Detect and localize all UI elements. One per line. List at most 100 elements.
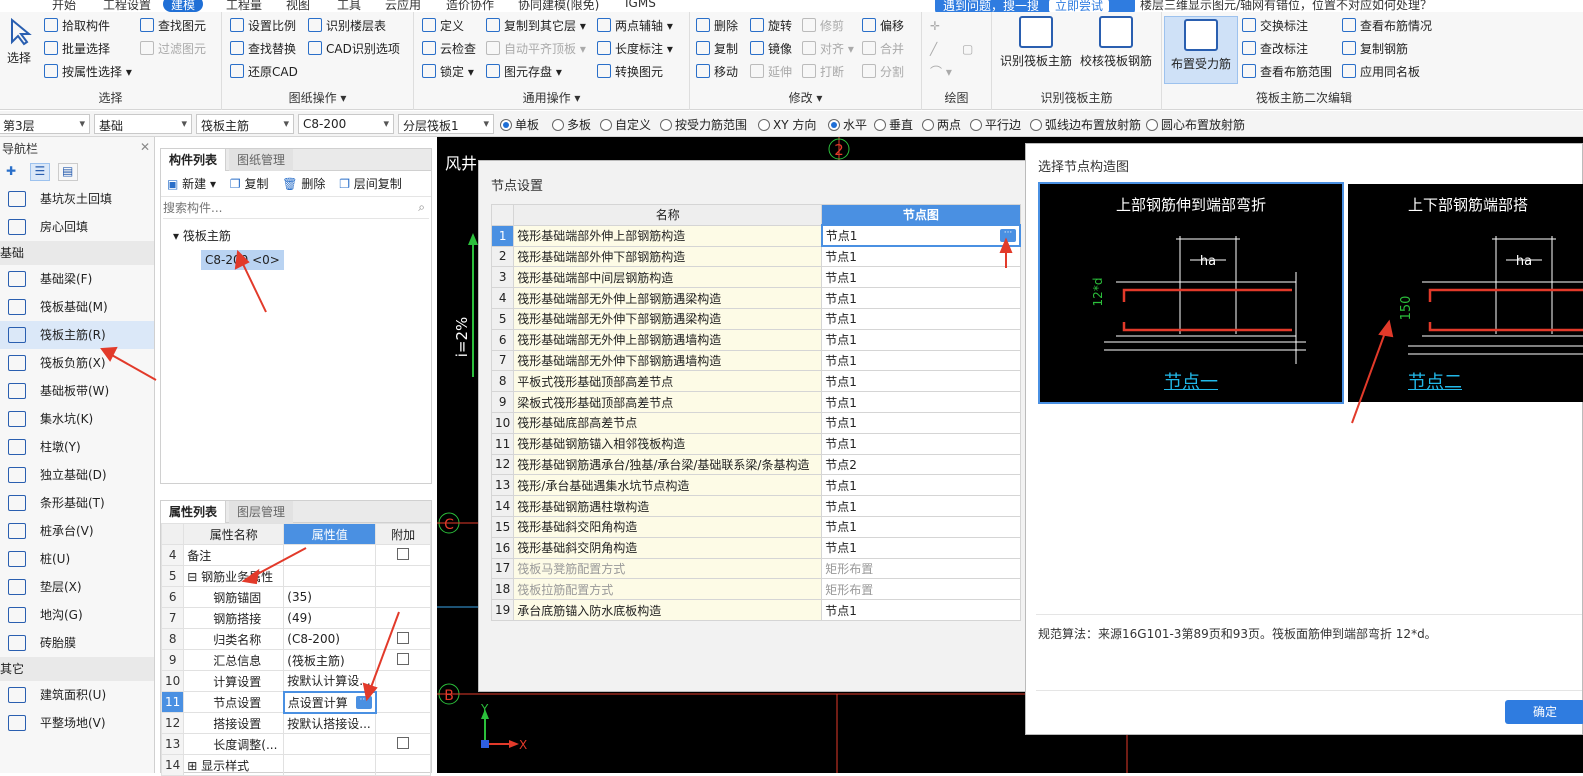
nav-item-room-backfill[interactable]: 房心回填 <box>0 213 154 241</box>
radio-single-board[interactable]: 单板 <box>500 116 539 133</box>
nav-item-foundation-4[interactable]: 基础板带(W) <box>0 377 154 405</box>
property-value-cell[interactable] <box>283 565 377 587</box>
property-value-cell[interactable]: (49) <box>283 607 377 629</box>
pin-icon[interactable]: ✚ <box>6 164 16 178</box>
tab-drawing-management[interactable]: 图纸管理 <box>229 149 294 171</box>
property-row[interactable]: 9 汇总信息 (筏板主筋) <box>160 649 431 671</box>
check-raft-button[interactable]: 校核筏板钢筋 <box>1076 16 1156 69</box>
nav-item-foundation-12[interactable]: 地沟(G) <box>0 601 154 629</box>
radio-vertical[interactable]: 垂直 <box>874 116 913 133</box>
view-rebar-button[interactable]: 查看布筋情况 <box>1342 16 1432 36</box>
property-row[interactable]: 8 归类名称 (C8-200) <box>160 628 431 650</box>
spec-select[interactable]: C8-200 <box>298 114 394 134</box>
node-row[interactable]: 10 筏形基础底部高差节点 节点1 <box>490 411 1021 434</box>
property-value-cell[interactable]: 按默认搭接设... <box>283 712 377 734</box>
copy-button[interactable]: 复制 <box>696 39 738 59</box>
node-row[interactable]: 11 筏形基础钢筋锚入相邻筏板构造 节点1 <box>490 432 1021 455</box>
batch-select-button[interactable]: 批量选择 <box>44 39 110 59</box>
property-extra-cell[interactable] <box>375 733 431 755</box>
node-row[interactable]: 14 筏形基础钢筋遇柱墩构造 节点1 <box>490 495 1021 517</box>
nav-item-foundation-3[interactable]: 筏板负筋(X) <box>0 349 154 377</box>
extend-button[interactable]: 延伸 <box>750 62 792 82</box>
more-dots-icon[interactable]: ··· <box>355 695 372 709</box>
property-value-cell[interactable]: 按默认计算设... <box>283 670 377 692</box>
node-value-cell[interactable]: 节点1 <box>821 391 1021 413</box>
nav-item-foundation-2[interactable]: 筏板主筋(R) <box>0 321 154 349</box>
node-row[interactable]: 8 平板式筏形基础顶部高差节点 节点1 <box>490 370 1021 393</box>
nav-item-site-leveling[interactable]: 平整场地(V) <box>0 709 154 737</box>
draw-line-button[interactable]: ╱ <box>930 39 937 59</box>
floor-select[interactable]: 第3层 <box>0 114 90 134</box>
extra-checkbox[interactable] <box>397 652 410 665</box>
category-select[interactable]: 基础 <box>94 114 192 134</box>
nav-item-foundation-5[interactable]: 集水坑(K) <box>0 405 154 433</box>
radio-two-point[interactable]: 两点 <box>922 116 961 133</box>
tree-item-c8-200[interactable]: C8-200 <0> <box>201 250 284 270</box>
merge-button[interactable]: 合并 <box>862 39 904 59</box>
pick-component-button[interactable]: 拾取构件 <box>44 16 110 36</box>
tab-modeling[interactable]: 建模 <box>163 0 204 12</box>
nav-item-foundation-10[interactable]: 桩(U) <box>0 545 154 573</box>
lock-button[interactable]: 锁定 ▾ <box>422 62 474 82</box>
view-range-button[interactable]: 查看布筋范围 <box>1242 62 1332 82</box>
property-value-cell[interactable]: 点设置计算 ··· <box>282 690 377 714</box>
nav-item-foundation-11[interactable]: 垫层(X) <box>0 573 154 601</box>
tab-project-settings[interactable]: 工程设置 <box>103 0 151 12</box>
mirror-button[interactable]: 镜像 <box>750 39 792 59</box>
property-row[interactable]: 4 备注 <box>160 544 431 566</box>
property-extra-cell[interactable] <box>375 649 431 671</box>
select-button[interactable]: 选择 <box>2 16 36 66</box>
break-button[interactable]: 打断 <box>802 62 844 82</box>
tab-component-list[interactable]: 构件列表 <box>161 149 227 171</box>
nav-item-building-area[interactable]: 建筑面积(U) <box>0 681 154 709</box>
draw-rect-button[interactable]: ▢ <box>962 39 973 59</box>
tab-cloud[interactable]: 云应用 <box>385 0 421 12</box>
extra-checkbox[interactable] <box>397 736 410 749</box>
radio-custom[interactable]: 自定义 <box>600 116 651 133</box>
move-button[interactable]: 移动 <box>696 62 738 82</box>
tree-root[interactable]: ▾ 筏板主筋 <box>161 221 431 250</box>
property-extra-cell[interactable] <box>375 607 431 629</box>
property-row[interactable]: 12 搭接设置 按默认搭接设... <box>160 712 431 734</box>
node-value-cell[interactable]: 矩形布置 <box>821 578 1021 601</box>
offset-button[interactable]: 偏移 <box>862 16 904 36</box>
node-value-cell[interactable]: 节点1 <box>821 245 1021 268</box>
node-row[interactable]: 5 筏形基础端部无外伸下部钢筋遇梁构造 节点1 <box>490 307 1021 330</box>
edit-label-button[interactable]: 查改标注 <box>1242 39 1308 59</box>
length-dimension-button[interactable]: 长度标注 ▾ <box>597 39 673 59</box>
tab-start[interactable]: 开始 <box>52 0 76 12</box>
node-card-1[interactable]: 上部钢筋伸到端部弯折 ha 12*d 节点一 <box>1038 182 1344 404</box>
property-extra-cell[interactable] <box>375 565 431 587</box>
tab-property-list[interactable]: 属性列表 <box>161 501 227 523</box>
property-extra-cell[interactable] <box>375 628 431 650</box>
property-value-cell[interactable] <box>283 544 377 566</box>
nav-category-foundation[interactable]: 基础 <box>0 241 154 265</box>
radio-horizontal[interactable]: 水平 <box>828 116 867 133</box>
detail-view-icon[interactable]: ▤ <box>57 163 78 181</box>
node-1-link[interactable]: 节点一 <box>1040 368 1342 394</box>
node-value-cell[interactable]: 节点1 <box>821 474 1021 497</box>
tab-collab-modeling[interactable]: 协同建模(限免) <box>518 0 599 12</box>
copy-rebar-button[interactable]: 复制钢筋 <box>1342 39 1408 59</box>
set-scale-button[interactable]: 设置比例 <box>230 16 296 36</box>
property-value-cell[interactable]: (筏板主筋) <box>283 649 377 671</box>
save-element-button[interactable]: 图元存盘 ▾ <box>486 62 562 82</box>
node-value-cell[interactable]: 节点1 <box>821 495 1021 517</box>
node-row[interactable]: 13 筏形/承台基础遇集水坑节点构造 节点1 <box>490 474 1021 497</box>
property-row[interactable]: 14 ⊞ 显示样式 <box>160 754 431 776</box>
search-icon[interactable]: ⌕ <box>418 200 425 215</box>
nav-category-other[interactable]: 其它 <box>0 657 154 681</box>
extra-checkbox[interactable] <box>397 631 410 644</box>
radio-arc-radial[interactable]: 弧线边布置放射筋 <box>1030 116 1141 133</box>
component-search-input[interactable] <box>163 199 403 217</box>
node-value-cell[interactable]: 节点1 <box>821 307 1021 330</box>
node-value-cell[interactable]: 节点1 <box>821 536 1021 559</box>
node-value-cell[interactable]: 节点2 <box>821 453 1021 476</box>
property-row[interactable]: 11 节点设置 点设置计算 ··· <box>160 690 431 714</box>
new-component-button[interactable]: ▣ 新建 ▾ <box>167 177 216 191</box>
node-value-cell[interactable]: 节点1 <box>821 328 1021 351</box>
tab-igms[interactable]: IGMS <box>625 0 656 10</box>
property-row[interactable]: 5 ⊟ 钢筋业务属性 <box>160 565 431 587</box>
node-row[interactable]: 19 承台底筋锚入防水底板构造 节点1 <box>490 599 1021 621</box>
nav-item-foundation-13[interactable]: 砖胎膜 <box>0 629 154 657</box>
